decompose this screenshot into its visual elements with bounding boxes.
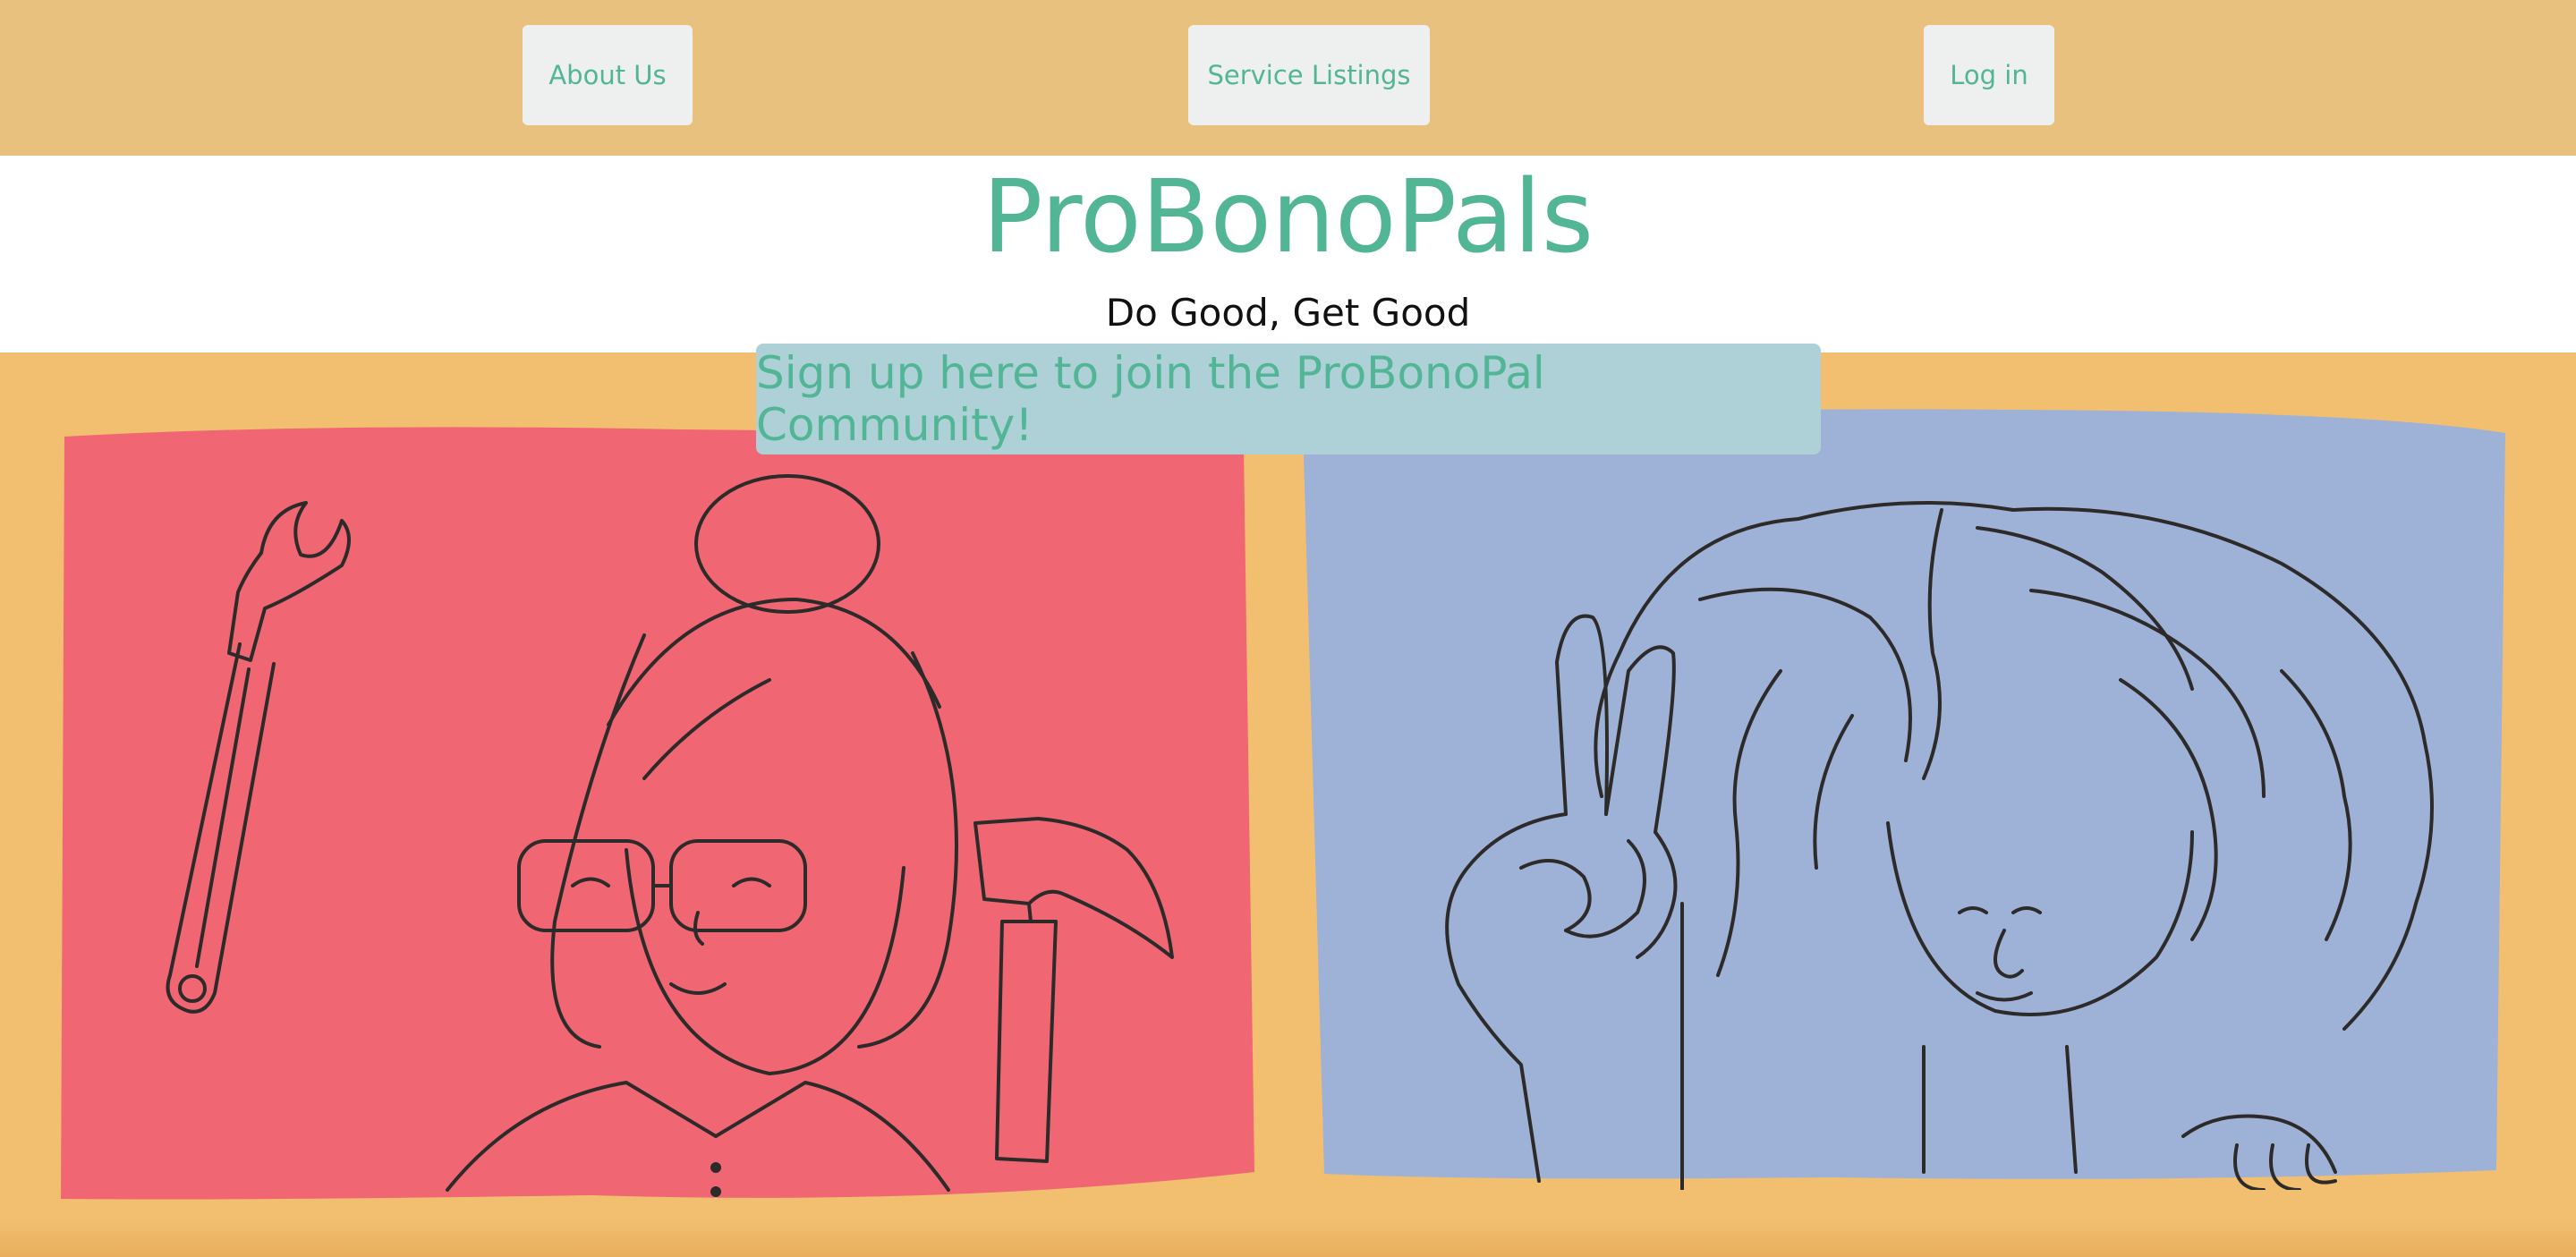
signup-button[interactable]: Sign up here to join the ProBonoPal Comm… [756,344,1821,454]
about-us-button[interactable]: About Us [523,25,693,125]
site-title: ProBonoPals [982,159,1594,276]
log-in-button[interactable]: Log in [1924,25,2054,125]
top-navigation-bar: About Us Service Listings Log in [0,0,2576,156]
left-illustration-panel [54,420,1262,1217]
site-tagline: Do Good, Get Good [1105,291,1471,335]
bottom-edge-shadow [0,1217,2576,1257]
service-listings-button[interactable]: Service Listings [1188,25,1430,125]
right-illustration-panel [1297,403,2514,1190]
